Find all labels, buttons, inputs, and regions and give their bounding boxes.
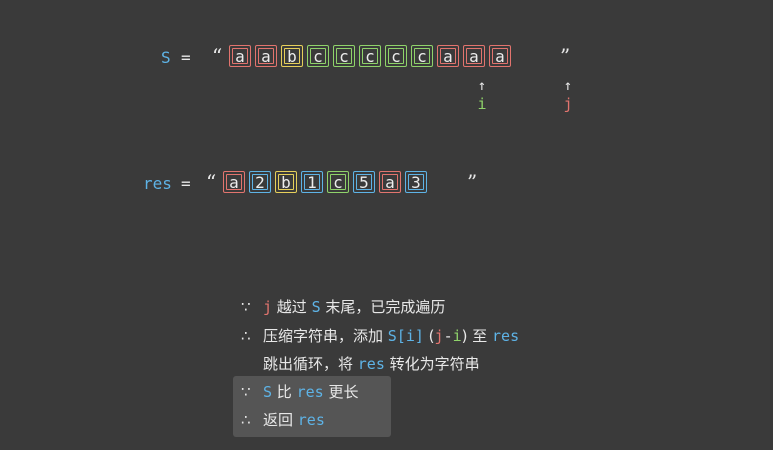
res-char: 5: [359, 172, 369, 192]
s-label: S: [161, 48, 171, 67]
res-char-cell: 1: [301, 171, 323, 193]
s-equals: =: [181, 48, 191, 67]
var-i: i: [452, 327, 462, 345]
s-string-cells: aabcccccaaa: [229, 45, 515, 67]
s-char-cell: c: [411, 45, 433, 67]
text: 返回: [263, 411, 298, 429]
var-s: S: [311, 298, 321, 316]
s-char-cell: a: [255, 45, 277, 67]
minus: -: [443, 327, 453, 345]
res-char: 1: [307, 172, 317, 192]
s-char: c: [417, 46, 427, 66]
s-char: c: [391, 46, 401, 66]
explanation-line-5: ∴ 返回 res: [241, 409, 325, 430]
res-char-cell: 3: [405, 171, 427, 193]
res-char-cell: a: [379, 171, 401, 193]
up-arrow-icon: ↑: [477, 78, 487, 94]
text: 更长: [323, 383, 359, 401]
res-char-cell: b: [275, 171, 297, 193]
res-char-cell: 2: [249, 171, 271, 193]
explanation-line-2: ∴ 压缩字符串，添加 S[i] (j-i) 至 res: [241, 325, 519, 346]
s-char-cell: c: [359, 45, 381, 67]
var-res: res: [296, 383, 324, 401]
s-char: c: [365, 46, 375, 66]
explanation-line-1: ∵ j 越过 S 末尾，已完成遍历: [241, 296, 445, 317]
text: 比: [272, 383, 297, 401]
text: (: [423, 327, 435, 345]
s-char: b: [287, 46, 297, 66]
s-char-cell: c: [307, 45, 329, 67]
s-char: c: [313, 46, 323, 66]
var-j: j: [434, 327, 444, 345]
text: ): [461, 327, 473, 345]
res-char: 2: [255, 172, 265, 192]
text: 至: [472, 327, 493, 345]
res-equals: =: [181, 174, 191, 193]
s-char-cell: a: [229, 45, 251, 67]
res-string-cells: a2b1c5a3: [223, 171, 431, 193]
s-char: a: [261, 46, 271, 66]
var-res: res: [357, 355, 385, 373]
s-char: a: [495, 46, 505, 66]
res-char: a: [229, 172, 239, 192]
s-char-cell: a: [489, 45, 511, 67]
explanation-line-3: 跳出循环，将 res 转化为字符串: [263, 353, 480, 374]
res-char: b: [281, 172, 291, 192]
res-close-quote: ”: [467, 170, 478, 194]
because-symbol: ∵: [241, 383, 251, 401]
s-char-cell: a: [437, 45, 459, 67]
res-char: c: [333, 172, 343, 192]
var-s-i: S[i]: [387, 327, 424, 345]
var-res: res: [492, 327, 520, 345]
res-label: res: [143, 174, 172, 193]
s-char-cell: c: [385, 45, 407, 67]
pointer-i-label: i: [477, 95, 487, 113]
up-arrow-icon: ↑: [563, 78, 573, 94]
pointer-j-label: j: [563, 95, 573, 113]
var-j: j: [263, 298, 273, 316]
explanation-line-4: ∵ S 比 res 更长: [241, 381, 358, 402]
s-close-quote: ”: [560, 44, 571, 68]
text: 压缩字符串，添加: [263, 327, 388, 345]
text: 越过: [272, 298, 312, 316]
res-char: a: [385, 172, 395, 192]
res-char-cell: c: [327, 171, 349, 193]
because-symbol: ∵: [241, 298, 251, 316]
s-char: c: [339, 46, 349, 66]
pointer-j: ↑ j: [558, 78, 578, 114]
var-s: S: [263, 383, 273, 401]
res-char: 3: [411, 172, 421, 192]
text: 跳出循环，将: [263, 355, 358, 373]
res-char-cell: 5: [353, 171, 375, 193]
s-char: a: [443, 46, 453, 66]
pointer-i: ↑ i: [472, 78, 492, 114]
therefore-symbol: ∴: [241, 411, 251, 429]
var-res: res: [297, 411, 325, 429]
s-char: a: [235, 46, 245, 66]
s-char-cell: a: [463, 45, 485, 67]
therefore-symbol: ∴: [241, 327, 251, 345]
res-open-quote: “: [206, 170, 217, 194]
text: 转化为字符串: [384, 355, 480, 373]
s-char: a: [469, 46, 479, 66]
s-char-cell: b: [281, 45, 303, 67]
s-open-quote: “: [212, 44, 223, 68]
s-char-cell: c: [333, 45, 355, 67]
res-char-cell: a: [223, 171, 245, 193]
text: 末尾，已完成遍历: [320, 298, 446, 316]
